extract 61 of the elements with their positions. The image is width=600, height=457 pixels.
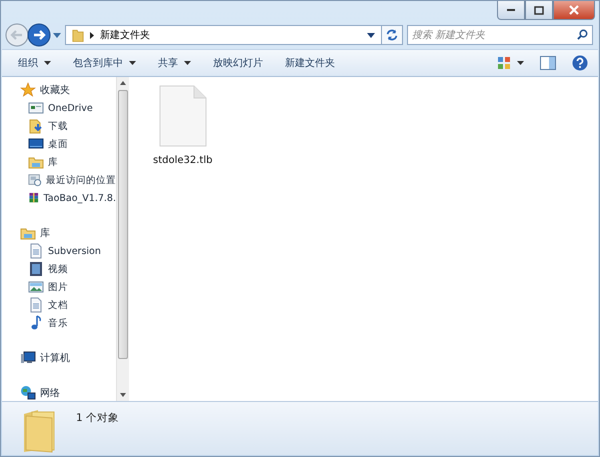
toolbar-button[interactable]: 共享 <box>150 53 199 73</box>
maximize-button[interactable] <box>525 1 553 20</box>
caret-icon[interactable] <box>517 61 524 65</box>
nav-item[interactable]: 网络 <box>2 384 116 402</box>
file-item[interactable]: stdole32.tlb <box>149 83 216 168</box>
caret-icon[interactable] <box>129 61 136 65</box>
scrollbar[interactable] <box>116 77 129 401</box>
back-button[interactable] <box>5 23 29 47</box>
film-icon <box>28 261 44 277</box>
search-field[interactable]: 搜索 新建文件夹 <box>407 25 593 45</box>
nav-item[interactable]: 库 <box>2 224 116 242</box>
network-icon <box>20 385 36 401</box>
folder-icon <box>72 28 84 42</box>
toolbar-button[interactable]: 新建文件夹 <box>277 53 343 73</box>
view-icon[interactable] <box>497 56 511 70</box>
nav-item[interactable]: 最近访问的位置 <box>2 171 116 189</box>
scroll-thumb[interactable] <box>118 90 128 359</box>
nav-item[interactable]: 图片 <box>2 278 116 296</box>
scroll-down-icon[interactable] <box>120 393 126 397</box>
toolbar-button[interactable]: 包含到库中 <box>65 53 144 73</box>
nav-item[interactable]: 库 <box>2 153 116 171</box>
picture-icon <box>28 279 44 295</box>
nav-item[interactable]: 视频 <box>2 260 116 278</box>
download-icon <box>28 118 44 134</box>
caret-icon[interactable] <box>184 61 191 65</box>
recent-places-icon <box>28 172 42 188</box>
item-count: 1 个对象 <box>76 411 120 425</box>
nav-item[interactable]: 音乐 <box>2 314 116 332</box>
close-icon <box>569 5 579 15</box>
close-button[interactable] <box>553 1 595 20</box>
nav-item[interactable]: 计算机 <box>2 349 116 367</box>
refresh-icon <box>385 28 399 42</box>
search-icon <box>577 29 588 40</box>
document-icon <box>28 297 44 313</box>
scroll-up-icon[interactable] <box>120 81 126 85</box>
minimize-icon <box>507 9 515 11</box>
chevron-icon[interactable] <box>90 32 94 38</box>
forward-button[interactable] <box>27 23 51 47</box>
breadcrumb-item[interactable]: 新建文件夹 <box>100 28 150 42</box>
file-icon <box>158 85 208 147</box>
address-bar[interactable]: 新建文件夹 <box>65 25 382 45</box>
help-icon[interactable] <box>572 55 588 71</box>
caret-icon[interactable] <box>44 61 51 65</box>
minimize-button[interactable] <box>497 1 525 20</box>
computer-icon <box>20 350 36 366</box>
caret-icon[interactable] <box>367 32 375 38</box>
nav-item[interactable]: 收藏夹 <box>2 81 116 99</box>
maximize-icon <box>534 6 544 14</box>
nav-item[interactable]: Subversion <box>2 242 116 260</box>
nav-item[interactable]: 桌面 <box>2 135 116 153</box>
toolbar-button[interactable]: 组织 <box>10 53 59 73</box>
nav-item[interactable]: 文档 <box>2 296 116 314</box>
star-icon <box>20 82 36 98</box>
nav-item[interactable]: TaoBao_V1.7.8. <box>2 189 116 207</box>
refresh-button[interactable] <box>381 25 403 45</box>
nav-item[interactable]: OneDrive <box>2 99 116 117</box>
nav-item[interactable]: 下载 <box>2 117 116 135</box>
toolbar-button[interactable]: 放映幻灯片 <box>205 53 271 73</box>
window-icon <box>28 100 44 116</box>
document-icon <box>28 243 44 259</box>
preview-pane-icon[interactable] <box>540 56 556 70</box>
